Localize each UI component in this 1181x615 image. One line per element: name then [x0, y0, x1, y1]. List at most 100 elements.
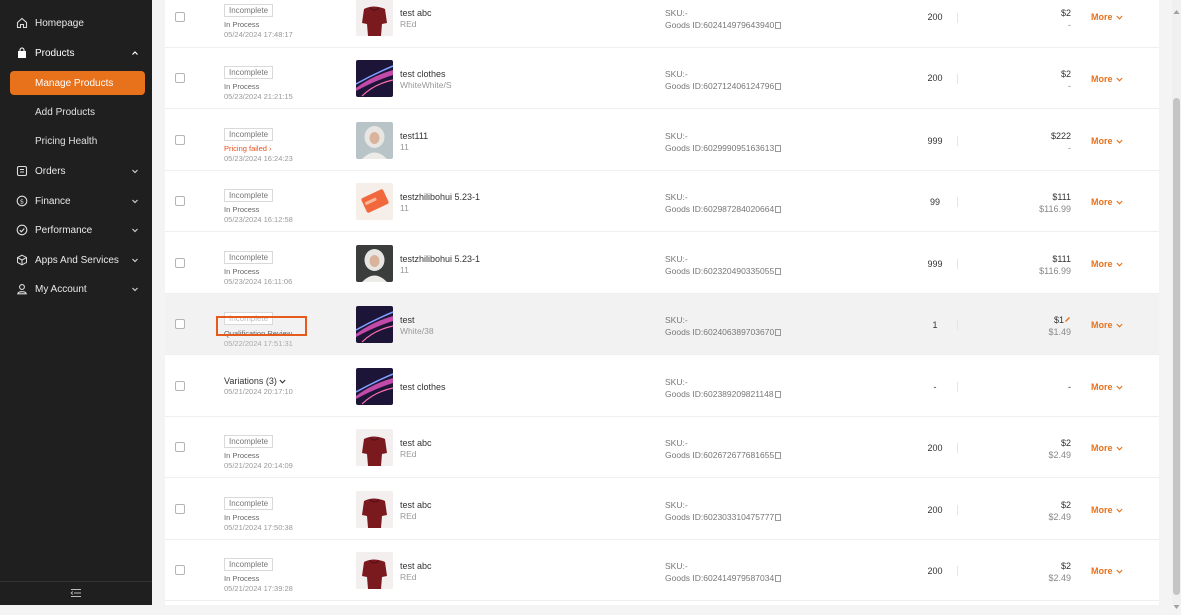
created-date: 05/22/2024 17:51:31 — [224, 339, 293, 348]
copy-icon[interactable] — [775, 145, 782, 152]
row-checkbox[interactable] — [175, 73, 185, 83]
goods-id: Goods ID:602303310475777 — [665, 512, 775, 522]
price: $2 — [1060, 8, 1071, 18]
sidebar-item-finance[interactable]: $ Finance — [0, 188, 152, 214]
copy-icon[interactable] — [775, 268, 782, 275]
product-info: testzhilibohui 5.23-1 11 — [400, 254, 480, 276]
product-thumbnail[interactable] — [356, 183, 393, 220]
more-button[interactable]: More — [1091, 12, 1123, 22]
product-name[interactable]: test111 — [400, 131, 428, 142]
sku-value: SKU:- — [665, 192, 688, 202]
more-button[interactable]: More — [1091, 320, 1123, 330]
goods-id: Goods ID:602320490335055 — [665, 266, 775, 276]
product-thumbnail[interactable] — [356, 368, 393, 405]
product-name[interactable]: test abc — [400, 500, 432, 511]
more-button[interactable]: More — [1091, 443, 1123, 453]
sidebar-item-my-account[interactable]: My Account — [0, 276, 152, 302]
row-checkbox[interactable] — [175, 442, 185, 452]
sku-value: SKU:- — [665, 561, 688, 571]
copy-icon[interactable] — [775, 514, 782, 521]
status-badge: Incomplete — [224, 128, 274, 141]
more-button[interactable]: More — [1091, 259, 1123, 269]
product-name[interactable]: test abc — [400, 561, 432, 572]
price: - — [1068, 382, 1071, 392]
product-thumbnail[interactable] — [356, 0, 393, 36]
chevron-down-icon — [279, 376, 286, 386]
created-date: 05/23/2024 16:12:58 — [224, 215, 293, 224]
product-name[interactable]: testzhilibohui 5.23-1 — [400, 254, 480, 265]
sidebar-item-products[interactable]: Products — [0, 40, 152, 66]
copy-icon[interactable] — [775, 206, 782, 213]
price-secondary: $116.99 — [1039, 204, 1071, 214]
more-button[interactable]: More — [1091, 136, 1123, 146]
main-content: Incomplete In Process 05/24/2024 17:48:1… — [152, 0, 1181, 605]
copy-icon[interactable] — [775, 575, 782, 582]
product-thumbnail[interactable] — [356, 306, 393, 343]
sku-value: SKU:- — [665, 500, 688, 510]
sku-cell: SKU:- Goods ID:602672677681655 — [665, 437, 782, 461]
product-thumbnail[interactable] — [356, 552, 393, 589]
product-name[interactable]: test abc — [400, 438, 432, 449]
quantity: 200 — [927, 505, 943, 515]
copy-icon[interactable] — [775, 452, 782, 459]
goods-id: Goods ID:602406389703670 — [665, 327, 775, 337]
copy-icon[interactable] — [774, 391, 781, 398]
scrollbar-thumb[interactable] — [1173, 98, 1180, 595]
sidebar: Homepage Products Manage Products Add Pr… — [0, 0, 152, 605]
collapse-menu-button[interactable] — [0, 581, 152, 605]
product-thumbnail[interactable] — [356, 245, 393, 282]
sidebar-item-homepage[interactable]: Homepage — [0, 10, 152, 36]
edit-icon[interactable] — [1064, 315, 1071, 325]
price-secondary: $1.49 — [1048, 327, 1071, 337]
row-checkbox[interactable] — [175, 135, 185, 145]
orders-icon — [16, 165, 28, 177]
product-name[interactable]: test clothes — [400, 69, 452, 80]
sidebar-item-manage-products[interactable]: Manage Products — [10, 71, 145, 95]
quantity: 999 — [927, 136, 943, 146]
status-cell: Incomplete In Process 05/24/2024 17:48:1… — [224, 0, 293, 40]
copy-icon[interactable] — [775, 22, 782, 29]
status-cell: Incomplete Pricing failed › 05/23/2024 1… — [224, 124, 293, 164]
row-checkbox[interactable] — [175, 196, 185, 206]
qualification-review-highlight — [216, 316, 307, 336]
vertical-scrollbar[interactable] — [1172, 0, 1181, 609]
product-name[interactable]: test — [400, 315, 434, 326]
row-checkbox[interactable] — [175, 258, 185, 268]
sidebar-item-orders[interactable]: Orders — [0, 158, 152, 184]
sidebar-item-label: My Account — [35, 283, 87, 295]
row-checkbox[interactable] — [175, 381, 185, 391]
product-thumbnail[interactable] — [356, 122, 393, 159]
more-button[interactable]: More — [1091, 74, 1123, 84]
product-thumbnail[interactable] — [356, 429, 393, 466]
more-label: More — [1091, 382, 1113, 392]
copy-icon[interactable] — [775, 329, 782, 336]
sidebar-item-add-products[interactable]: Add Products — [10, 100, 145, 124]
product-name[interactable]: test clothes — [400, 382, 446, 393]
copy-icon[interactable] — [775, 83, 782, 90]
product-thumbnail[interactable] — [356, 491, 393, 528]
more-button[interactable]: More — [1091, 566, 1123, 576]
product-variant: 11 — [400, 203, 409, 213]
product-variant: 11 — [400, 142, 409, 152]
more-button[interactable]: More — [1091, 505, 1123, 515]
more-button[interactable]: More — [1091, 197, 1123, 207]
product-name[interactable]: testzhilibohui 5.23-1 — [400, 192, 480, 203]
row-checkbox[interactable] — [175, 504, 185, 514]
sub-status: In Process — [224, 451, 260, 460]
row-checkbox[interactable] — [175, 565, 185, 575]
sidebar-item-performance[interactable]: Performance — [0, 217, 152, 243]
sku-value: SKU:- — [665, 254, 688, 264]
scroll-down-icon[interactable] — [1173, 597, 1180, 609]
scroll-up-icon[interactable] — [1173, 2, 1180, 14]
product-thumbnail[interactable] — [356, 60, 393, 97]
product-name[interactable]: test abc — [400, 8, 432, 19]
pricing-failed-link[interactable]: Pricing failed › — [224, 144, 293, 154]
more-button[interactable]: More — [1091, 382, 1123, 392]
row-checkbox[interactable] — [175, 319, 185, 329]
sidebar-item-pricing-health[interactable]: Pricing Health — [10, 129, 145, 153]
product-variant: White/38 — [400, 326, 434, 336]
sidebar-item-apps-and-services[interactable]: Apps And Services — [0, 247, 152, 273]
sidebar-item-label: Manage Products — [35, 77, 114, 89]
variations-toggle[interactable]: Variations (3) — [224, 375, 293, 387]
row-checkbox[interactable] — [175, 12, 185, 22]
